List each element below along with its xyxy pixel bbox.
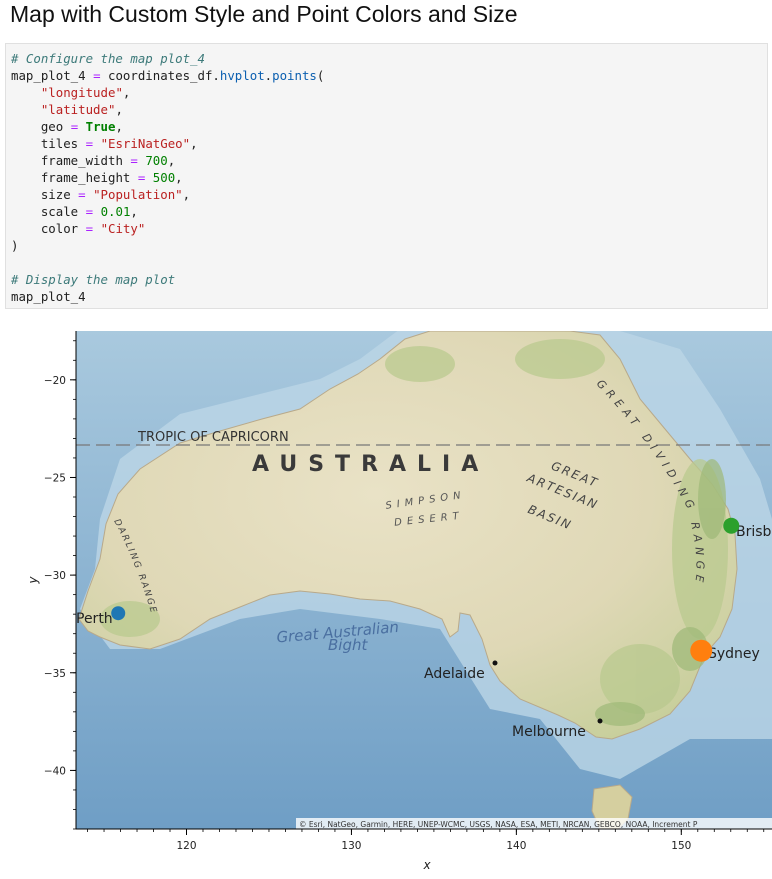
map-plot[interactable]: TROPIC OF CAPRICORN AUSTRALIA SIMPSON DE… <box>0 319 772 879</box>
code-line: map_plot_4 = coordinates_df.hvplot.point… <box>11 68 325 83</box>
bight-label-2: Bight <box>328 636 368 654</box>
y-axis-label: y <box>26 576 40 585</box>
x-tick-label: 120 <box>176 840 196 852</box>
code-line: "latitude", <box>40 102 123 117</box>
code-line: scale = 0.01, <box>40 204 138 219</box>
adelaide-label: Adelaide <box>424 666 485 682</box>
code-line: "longitude", <box>40 85 131 100</box>
y-tick-label: −25 <box>44 472 66 484</box>
x-tick-label: 140 <box>506 840 526 852</box>
x-axis-label: x <box>422 858 431 872</box>
code-line: frame_height = 500, <box>40 170 183 185</box>
x-tick-label: 130 <box>341 840 361 852</box>
code-line: tiles = "EsriNatGeo", <box>40 136 198 151</box>
sydney-label: Sydney <box>708 646 760 662</box>
map-attribution: © Esri, NatGeo, Garmin, HERE, UNEP-WCMC,… <box>299 820 698 829</box>
perth-label: Perth <box>76 611 113 627</box>
adelaide-marker <box>492 660 498 666</box>
code-line: map_plot_4 <box>11 289 86 304</box>
brisbane-label: Brisb <box>736 524 772 540</box>
y-tick-label: −20 <box>44 375 66 387</box>
code-line: ) <box>11 238 19 253</box>
y-tick-label: −35 <box>44 668 66 680</box>
page-title: Map with Custom Style and Point Colors a… <box>10 1 518 27</box>
code-line: # Configure the map plot_4 <box>11 51 205 66</box>
code-line: # Display the map plot <box>11 272 176 287</box>
point-brisbane[interactable] <box>723 517 740 534</box>
melbourne-label: Melbourne <box>512 724 586 740</box>
map-canvas: TROPIC OF CAPRICORN AUSTRALIA SIMPSON DE… <box>76 331 772 829</box>
x-tick-label: 150 <box>671 840 691 852</box>
point-perth[interactable] <box>111 606 126 621</box>
y-tick-label: −40 <box>44 765 66 777</box>
tropic-label: TROPIC OF CAPRICORN <box>137 430 289 445</box>
code-line: size = "Population", <box>40 187 191 202</box>
australia-label: AUSTRALIA <box>252 452 489 477</box>
point-sydney[interactable] <box>690 639 713 662</box>
melbourne-marker <box>597 718 603 724</box>
code-line: color = "City" <box>40 221 146 236</box>
code-cell[interactable]: # Configure the map plot_4 map_plot_4 = c… <box>5 43 768 309</box>
y-tick-label: −30 <box>44 570 66 582</box>
code-line: geo = True, <box>40 119 123 134</box>
code-line: frame_width = 700, <box>40 153 176 168</box>
